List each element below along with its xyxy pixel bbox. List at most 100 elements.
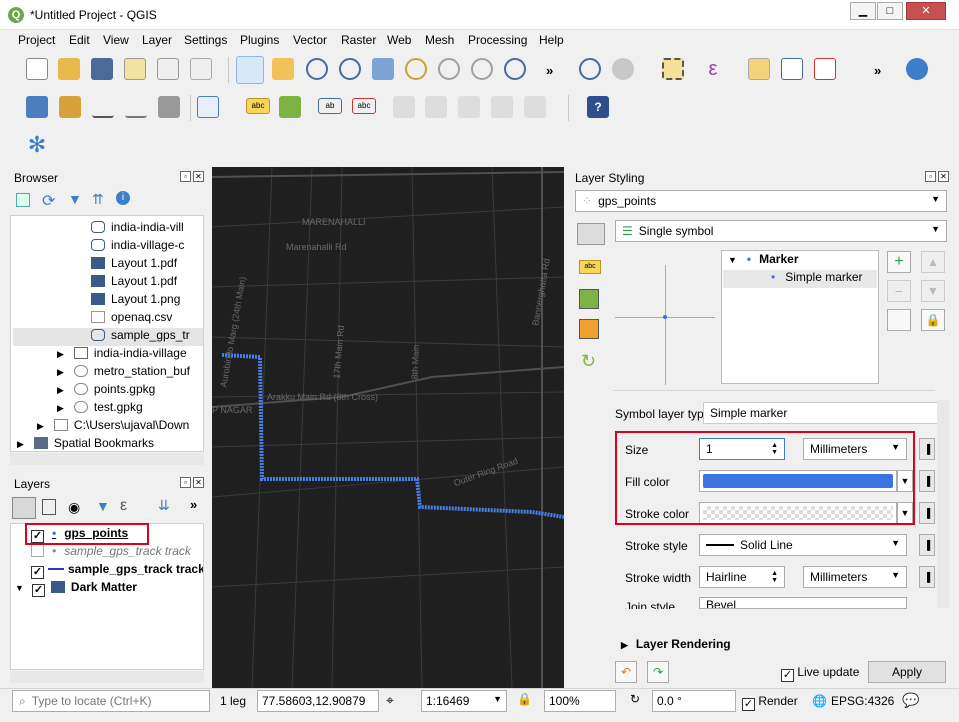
toolbar-overflow-icon[interactable]: » xyxy=(546,63,553,78)
toolbar-overflow-icon-2[interactable]: » xyxy=(874,63,881,78)
menu-mesh[interactable]: Mesh xyxy=(425,33,454,47)
change-label-icon[interactable] xyxy=(458,96,480,118)
label-props-icon[interactable] xyxy=(524,96,546,118)
tree-simple-marker[interactable]: • Simple marker xyxy=(723,270,877,288)
join-style-select[interactable]: Bevel xyxy=(699,597,907,609)
edit-pencil-icon[interactable] xyxy=(125,96,147,118)
browser-item-selected[interactable]: sample_gps_tr xyxy=(13,328,203,346)
label-undo-icon[interactable] xyxy=(491,96,513,118)
expression-filter-icon[interactable]: ε xyxy=(120,497,127,515)
info-icon[interactable]: i xyxy=(116,191,130,205)
select-features-icon[interactable] xyxy=(662,58,684,80)
properties-scrollbar[interactable] xyxy=(937,400,949,608)
rotate-label-icon[interactable] xyxy=(425,96,447,118)
lock-color-icon[interactable]: 🔒 xyxy=(921,309,945,331)
move-down-icon[interactable]: ▼ xyxy=(921,280,945,302)
symbology-tab-icon[interactable] xyxy=(577,223,605,245)
pin-label-icon[interactable]: ab xyxy=(318,98,342,114)
zoom-to-layer-icon[interactable] xyxy=(438,58,460,80)
browser-item[interactable]: openaq.csv xyxy=(91,310,172,328)
rotation-input[interactable]: 0.0 ° xyxy=(652,690,736,712)
layer-checkbox[interactable] xyxy=(31,544,44,557)
browser-item[interactable]: Layout 1.png xyxy=(91,292,180,310)
history-tab-icon[interactable]: ↻ xyxy=(581,351,596,372)
renderer-select[interactable]: ☰ Single symbol ▼ xyxy=(615,220,947,242)
render-checkbox[interactable]: ✓ Render xyxy=(742,694,798,711)
browser-item[interactable]: india-village-c xyxy=(91,238,184,256)
filter-icon[interactable]: ▼ xyxy=(68,191,82,207)
zoom-to-selection-icon[interactable] xyxy=(405,58,427,80)
attribute-table-icon[interactable] xyxy=(781,58,803,80)
zoom-in-icon[interactable] xyxy=(306,58,328,80)
new-project-icon[interactable] xyxy=(26,58,48,80)
digitize-line-icon[interactable] xyxy=(92,96,114,118)
labels-tab-icon[interactable]: abc xyxy=(579,260,601,274)
pan-tool-icon[interactable] xyxy=(236,56,264,84)
symbol-layer-type-select[interactable]: Simple marker xyxy=(703,402,945,424)
stroke-width-unit-select[interactable]: Millimeters ▼ xyxy=(803,566,907,588)
lock-scale-icon[interactable]: 🔒 xyxy=(517,692,532,706)
stroke-style-select[interactable]: Solid Line ▼ xyxy=(699,534,907,556)
filter-legend-icon[interactable]: ▼ xyxy=(96,498,110,514)
live-update-checkbox[interactable]: ✓ Live update xyxy=(781,665,859,682)
float-panel-icon[interactable]: ▫ xyxy=(180,477,191,488)
move-up-icon[interactable]: ▲ xyxy=(921,251,945,273)
mask-tab-icon[interactable] xyxy=(579,319,599,339)
help-icon[interactable]: ? xyxy=(587,96,609,118)
apply-button[interactable]: Apply xyxy=(868,661,946,683)
layer-select[interactable]: ⁘ gps_points ▼ xyxy=(575,190,947,212)
layer-item-track-points[interactable]: • sample_gps_track track xyxy=(31,544,191,562)
layer-checkbox[interactable]: ✓ xyxy=(31,566,44,579)
browser-item[interactable]: ▶ metro_station_buf xyxy=(57,364,190,382)
move-label-icon[interactable] xyxy=(393,96,415,118)
browser-item[interactable]: ▶ points.gpkg xyxy=(57,382,155,400)
vector-tool-icon[interactable] xyxy=(197,96,219,118)
menu-web[interactable]: Web xyxy=(387,33,411,47)
locator-search-input[interactable]: ⌕ Type to locate (Ctrl+K) xyxy=(12,690,210,712)
menu-view[interactable]: View xyxy=(103,33,129,47)
action-icon[interactable] xyxy=(612,58,634,80)
minimize-button[interactable]: ▁ xyxy=(850,2,876,20)
close-button[interactable]: ✕ xyxy=(906,2,946,20)
menu-edit[interactable]: Edit xyxy=(69,33,90,47)
zoom-full-icon[interactable] xyxy=(372,58,394,80)
statistics-icon[interactable] xyxy=(814,58,836,80)
menu-plugins[interactable]: Plugins xyxy=(240,33,279,47)
toolbar-overflow-icon[interactable]: » xyxy=(190,497,197,512)
identify-icon[interactable] xyxy=(579,58,601,80)
data-defined-override-icon[interactable]: ▐ xyxy=(919,566,935,588)
add-group-icon[interactable] xyxy=(42,499,56,515)
zoom-out-icon[interactable] xyxy=(339,58,361,80)
horizontal-scrollbar[interactable] xyxy=(10,453,204,465)
browser-item[interactable]: Layout 1.pdf xyxy=(91,274,177,292)
zoom-last-icon[interactable] xyxy=(504,58,526,80)
magnifier-input[interactable]: 100% xyxy=(544,690,616,712)
menu-processing[interactable]: Processing xyxy=(468,33,527,47)
tree-marker[interactable]: ▼ • Marker xyxy=(728,252,798,270)
data-defined-override-icon[interactable]: ▐ xyxy=(919,534,935,556)
menu-vector[interactable]: Vector xyxy=(293,33,327,47)
node-tool-icon[interactable] xyxy=(158,96,180,118)
layer-checkbox[interactable]: ✓ xyxy=(31,584,45,597)
data-defined-override-icon[interactable]: ▐ xyxy=(919,502,935,524)
open-project-icon[interactable] xyxy=(58,58,80,80)
browser-item[interactable]: ▶ india-india-village xyxy=(57,346,187,364)
new-layout-icon[interactable] xyxy=(124,58,146,80)
map-canvas[interactable]: MARENAHALLI Marenahalli Rd P NAGAR Arakk… xyxy=(212,167,564,688)
label-tool-icon[interactable]: abc xyxy=(246,98,270,114)
style-panel-icon[interactable] xyxy=(12,497,36,519)
layer-item-track-line[interactable]: ✓ sample_gps_track track xyxy=(31,562,203,580)
float-panel-icon[interactable]: ▫ xyxy=(180,171,191,182)
undo-icon[interactable]: ↶ xyxy=(615,661,637,683)
menu-raster[interactable]: Raster xyxy=(341,33,376,47)
3d-view-tab-icon[interactable] xyxy=(579,289,599,309)
menu-help[interactable]: Help xyxy=(539,33,564,47)
add-layer-icon[interactable] xyxy=(16,193,30,207)
stroke-width-input[interactable]: Hairline ▲ ▼ xyxy=(699,566,785,588)
messages-icon[interactable]: 💬 xyxy=(902,692,919,709)
menu-layer[interactable]: Layer xyxy=(142,33,172,47)
expand-all-icon[interactable]: ⇊ xyxy=(158,497,170,514)
collapse-icon[interactable]: ⇈ xyxy=(92,191,104,208)
crs-button[interactable]: 🌐 EPSG:4326 xyxy=(812,694,894,708)
deselect-icon[interactable] xyxy=(748,58,770,80)
